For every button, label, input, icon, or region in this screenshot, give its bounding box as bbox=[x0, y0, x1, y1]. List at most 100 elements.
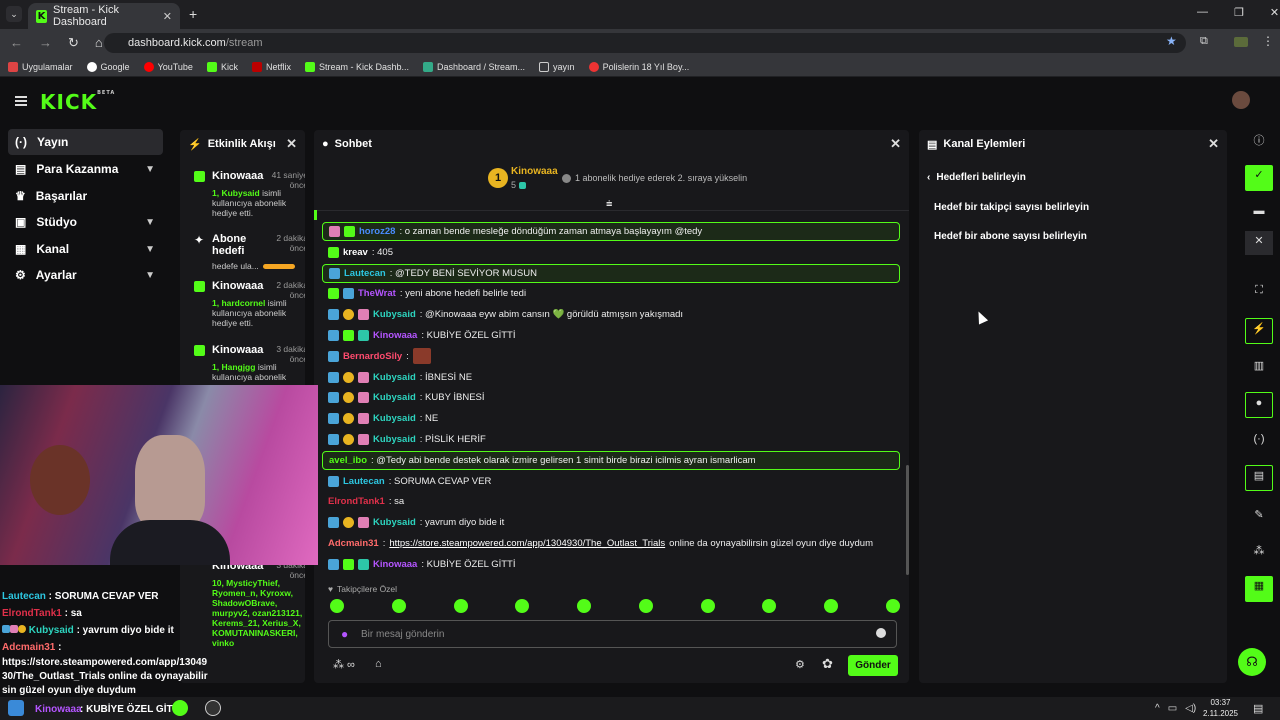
emote-menu-icon[interactable]: ✿ bbox=[822, 656, 833, 672]
chat-username[interactable]: kreav bbox=[343, 247, 368, 258]
browser-menu-icon[interactable]: ⋮ bbox=[1262, 34, 1274, 48]
chat-username[interactable]: avel_ibo bbox=[329, 455, 367, 466]
hamburger-menu-icon[interactable] bbox=[15, 94, 27, 108]
nav-basarilar[interactable]: ♛ Başarılar bbox=[8, 183, 163, 209]
bookmark-google[interactable]: Google bbox=[86, 61, 130, 72]
set-follower-goal-option[interactable]: Hedef bir takipçi sayısı belirleyin bbox=[934, 202, 1089, 213]
document-icon[interactable]: ▥ bbox=[1249, 356, 1269, 376]
window-close-icon[interactable]: ✕ bbox=[1270, 6, 1279, 19]
chat-username[interactable]: Kubysaid bbox=[373, 372, 416, 383]
chat-scrollbar[interactable] bbox=[906, 465, 909, 575]
volume-icon[interactable]: ◁) bbox=[1185, 703, 1196, 714]
broadcast-icon[interactable]: (·) bbox=[1249, 429, 1269, 449]
chat-input[interactable]: ● Bir mesaj gönderin bbox=[328, 620, 897, 648]
chat-username[interactable]: Kinowaaa bbox=[373, 330, 417, 341]
extensions-icon[interactable]: ⧉ bbox=[1200, 35, 1208, 48]
emote-icon[interactable] bbox=[577, 599, 592, 613]
emote-icon[interactable] bbox=[453, 599, 468, 613]
nav-yayin[interactable]: (·) Yayın bbox=[8, 129, 163, 155]
mic-icon[interactable]: ● bbox=[341, 627, 348, 641]
avatar[interactable] bbox=[1232, 91, 1250, 109]
minimize-icon[interactable]: — bbox=[1197, 6, 1208, 19]
clapperboard-icon[interactable]: ▦ bbox=[1245, 576, 1273, 602]
clock[interactable]: 03:37 2.11.2025 bbox=[1203, 697, 1238, 719]
taskbar-app-icon[interactable] bbox=[8, 700, 24, 716]
chat-link[interactable]: https://store.steampowered.com/app/13049… bbox=[389, 538, 665, 549]
support-icon[interactable]: ☊ bbox=[1238, 648, 1266, 676]
bookmark-kick[interactable]: Kick bbox=[206, 61, 238, 72]
reload-icon[interactable]: ↻ bbox=[68, 35, 79, 51]
close-icon[interactable]: ✕ bbox=[1245, 231, 1273, 255]
bookmark-folder[interactable]: yayın bbox=[539, 61, 575, 72]
nav-ayarlar[interactable]: ⚙ Ayarlar ▼ bbox=[8, 262, 163, 288]
chat-username[interactable]: Lautecan bbox=[344, 268, 386, 279]
bookmark-dashboard[interactable]: Dashboard / Stream... bbox=[423, 61, 525, 72]
bolt-icon[interactable]: ⚡ bbox=[1245, 318, 1273, 344]
chat-username[interactable]: Kubysaid bbox=[373, 392, 416, 403]
emote-icon[interactable] bbox=[885, 599, 900, 613]
info-icon[interactable]: ⓘ bbox=[1249, 131, 1269, 151]
wrench-icon[interactable]: ✎ bbox=[1249, 505, 1269, 525]
set-subscriber-goal-option[interactable]: Hedef bir abone sayısı belirleyin bbox=[934, 231, 1087, 242]
points-icon[interactable]: ⁂ ∞ bbox=[333, 658, 355, 671]
check-icon[interactable]: ✓ bbox=[1245, 165, 1273, 191]
emote-icon[interactable] bbox=[330, 599, 344, 613]
chat-icon[interactable]: ● bbox=[1245, 392, 1273, 418]
home-icon[interactable]: ⌂ bbox=[95, 35, 103, 51]
nav-studyo[interactable]: ▣ Stüdyo ▼ bbox=[8, 209, 163, 235]
network-icon[interactable]: ▭ bbox=[1168, 703, 1177, 714]
emoji-icon[interactable] bbox=[876, 628, 886, 638]
send-button[interactable]: Gönder bbox=[848, 655, 898, 676]
emote-icon[interactable] bbox=[638, 599, 653, 613]
top-gifter-name[interactable]: Kinowaaa bbox=[511, 166, 558, 177]
gear-icon[interactable]: ⚙ bbox=[795, 658, 805, 671]
share-icon[interactable]: ⁂ bbox=[1249, 541, 1269, 561]
chat-username[interactable]: Kubysaid bbox=[373, 309, 416, 320]
bookmark-netflix[interactable]: Netflix bbox=[251, 61, 291, 72]
emote-icon[interactable] bbox=[824, 599, 839, 613]
actions-icon[interactable]: ▤ bbox=[1245, 465, 1273, 491]
bookmark-apps[interactable]: Uygulamalar bbox=[8, 61, 73, 72]
profile-icon[interactable] bbox=[1234, 37, 1248, 47]
restore-icon[interactable]: ❐ bbox=[1234, 6, 1244, 19]
chat-username[interactable]: BernardoSily bbox=[343, 351, 402, 362]
new-tab-icon[interactable]: + bbox=[189, 6, 197, 22]
chat-username[interactable]: TheWrat bbox=[358, 288, 396, 299]
forward-icon[interactable]: → bbox=[39, 35, 52, 51]
taskbar-telegram-icon[interactable] bbox=[172, 700, 188, 716]
nav-kanal[interactable]: ▦ Kanal ▼ bbox=[8, 236, 163, 262]
browser-tab[interactable]: K Stream - Kick Dashboard ✕ bbox=[28, 3, 180, 29]
bookmark-kick-stream[interactable]: Stream - Kick Dashb... bbox=[304, 61, 409, 72]
emote-icon[interactable] bbox=[762, 599, 777, 613]
chat-username[interactable]: ElrondTank1 bbox=[328, 496, 385, 507]
tab-search-icon[interactable]: ⌄ bbox=[6, 6, 22, 22]
tab-close-icon[interactable]: ✕ bbox=[163, 10, 172, 23]
kick-logo[interactable]: KICKBETA bbox=[40, 90, 115, 114]
nav-para-kazanma[interactable]: ▤ Para Kazanma ▼ bbox=[8, 156, 163, 182]
close-icon[interactable]: ✕ bbox=[890, 136, 901, 152]
chevron-up-icon[interactable]: ^ bbox=[1155, 703, 1160, 714]
close-icon[interactable]: ✕ bbox=[286, 136, 297, 152]
back-link[interactable]: ‹ Hedefleri belirleyin bbox=[927, 172, 1026, 183]
emote-icon[interactable] bbox=[515, 599, 530, 613]
notifications-icon[interactable]: ▤ bbox=[1253, 702, 1263, 715]
bookmark-youtube[interactable]: YouTube bbox=[143, 61, 193, 72]
address-bar[interactable]: dashboard.kick.com/stream bbox=[104, 33, 1186, 53]
back-icon[interactable]: ← bbox=[10, 35, 23, 51]
layout-icon[interactable]: ▬ bbox=[1249, 201, 1269, 221]
chat-username[interactable]: Kinowaaa bbox=[373, 559, 417, 570]
chat-username[interactable]: Kubysaid bbox=[373, 413, 416, 424]
emote-icon[interactable] bbox=[700, 599, 715, 613]
taskbar-obs-icon[interactable] bbox=[205, 700, 221, 716]
chat-username[interactable]: horoz28 bbox=[359, 226, 395, 237]
chat-username[interactable]: Adcmain31 bbox=[328, 538, 379, 549]
bookmark-star-icon[interactable]: ★ bbox=[1166, 34, 1177, 48]
chat-username[interactable]: Kubysaid bbox=[373, 434, 416, 445]
chat-username[interactable]: Lautecan bbox=[343, 476, 385, 487]
fullscreen-icon[interactable]: ⛶ bbox=[1249, 280, 1269, 300]
chat-username[interactable]: Kubysaid bbox=[373, 517, 416, 528]
close-icon[interactable]: ✕ bbox=[1208, 136, 1219, 152]
bookmark-polis[interactable]: Polislerin 18 Yıl Boy... bbox=[588, 61, 689, 72]
store-icon[interactable]: ⌂ bbox=[375, 658, 382, 670]
emote-icon[interactable] bbox=[391, 599, 406, 613]
